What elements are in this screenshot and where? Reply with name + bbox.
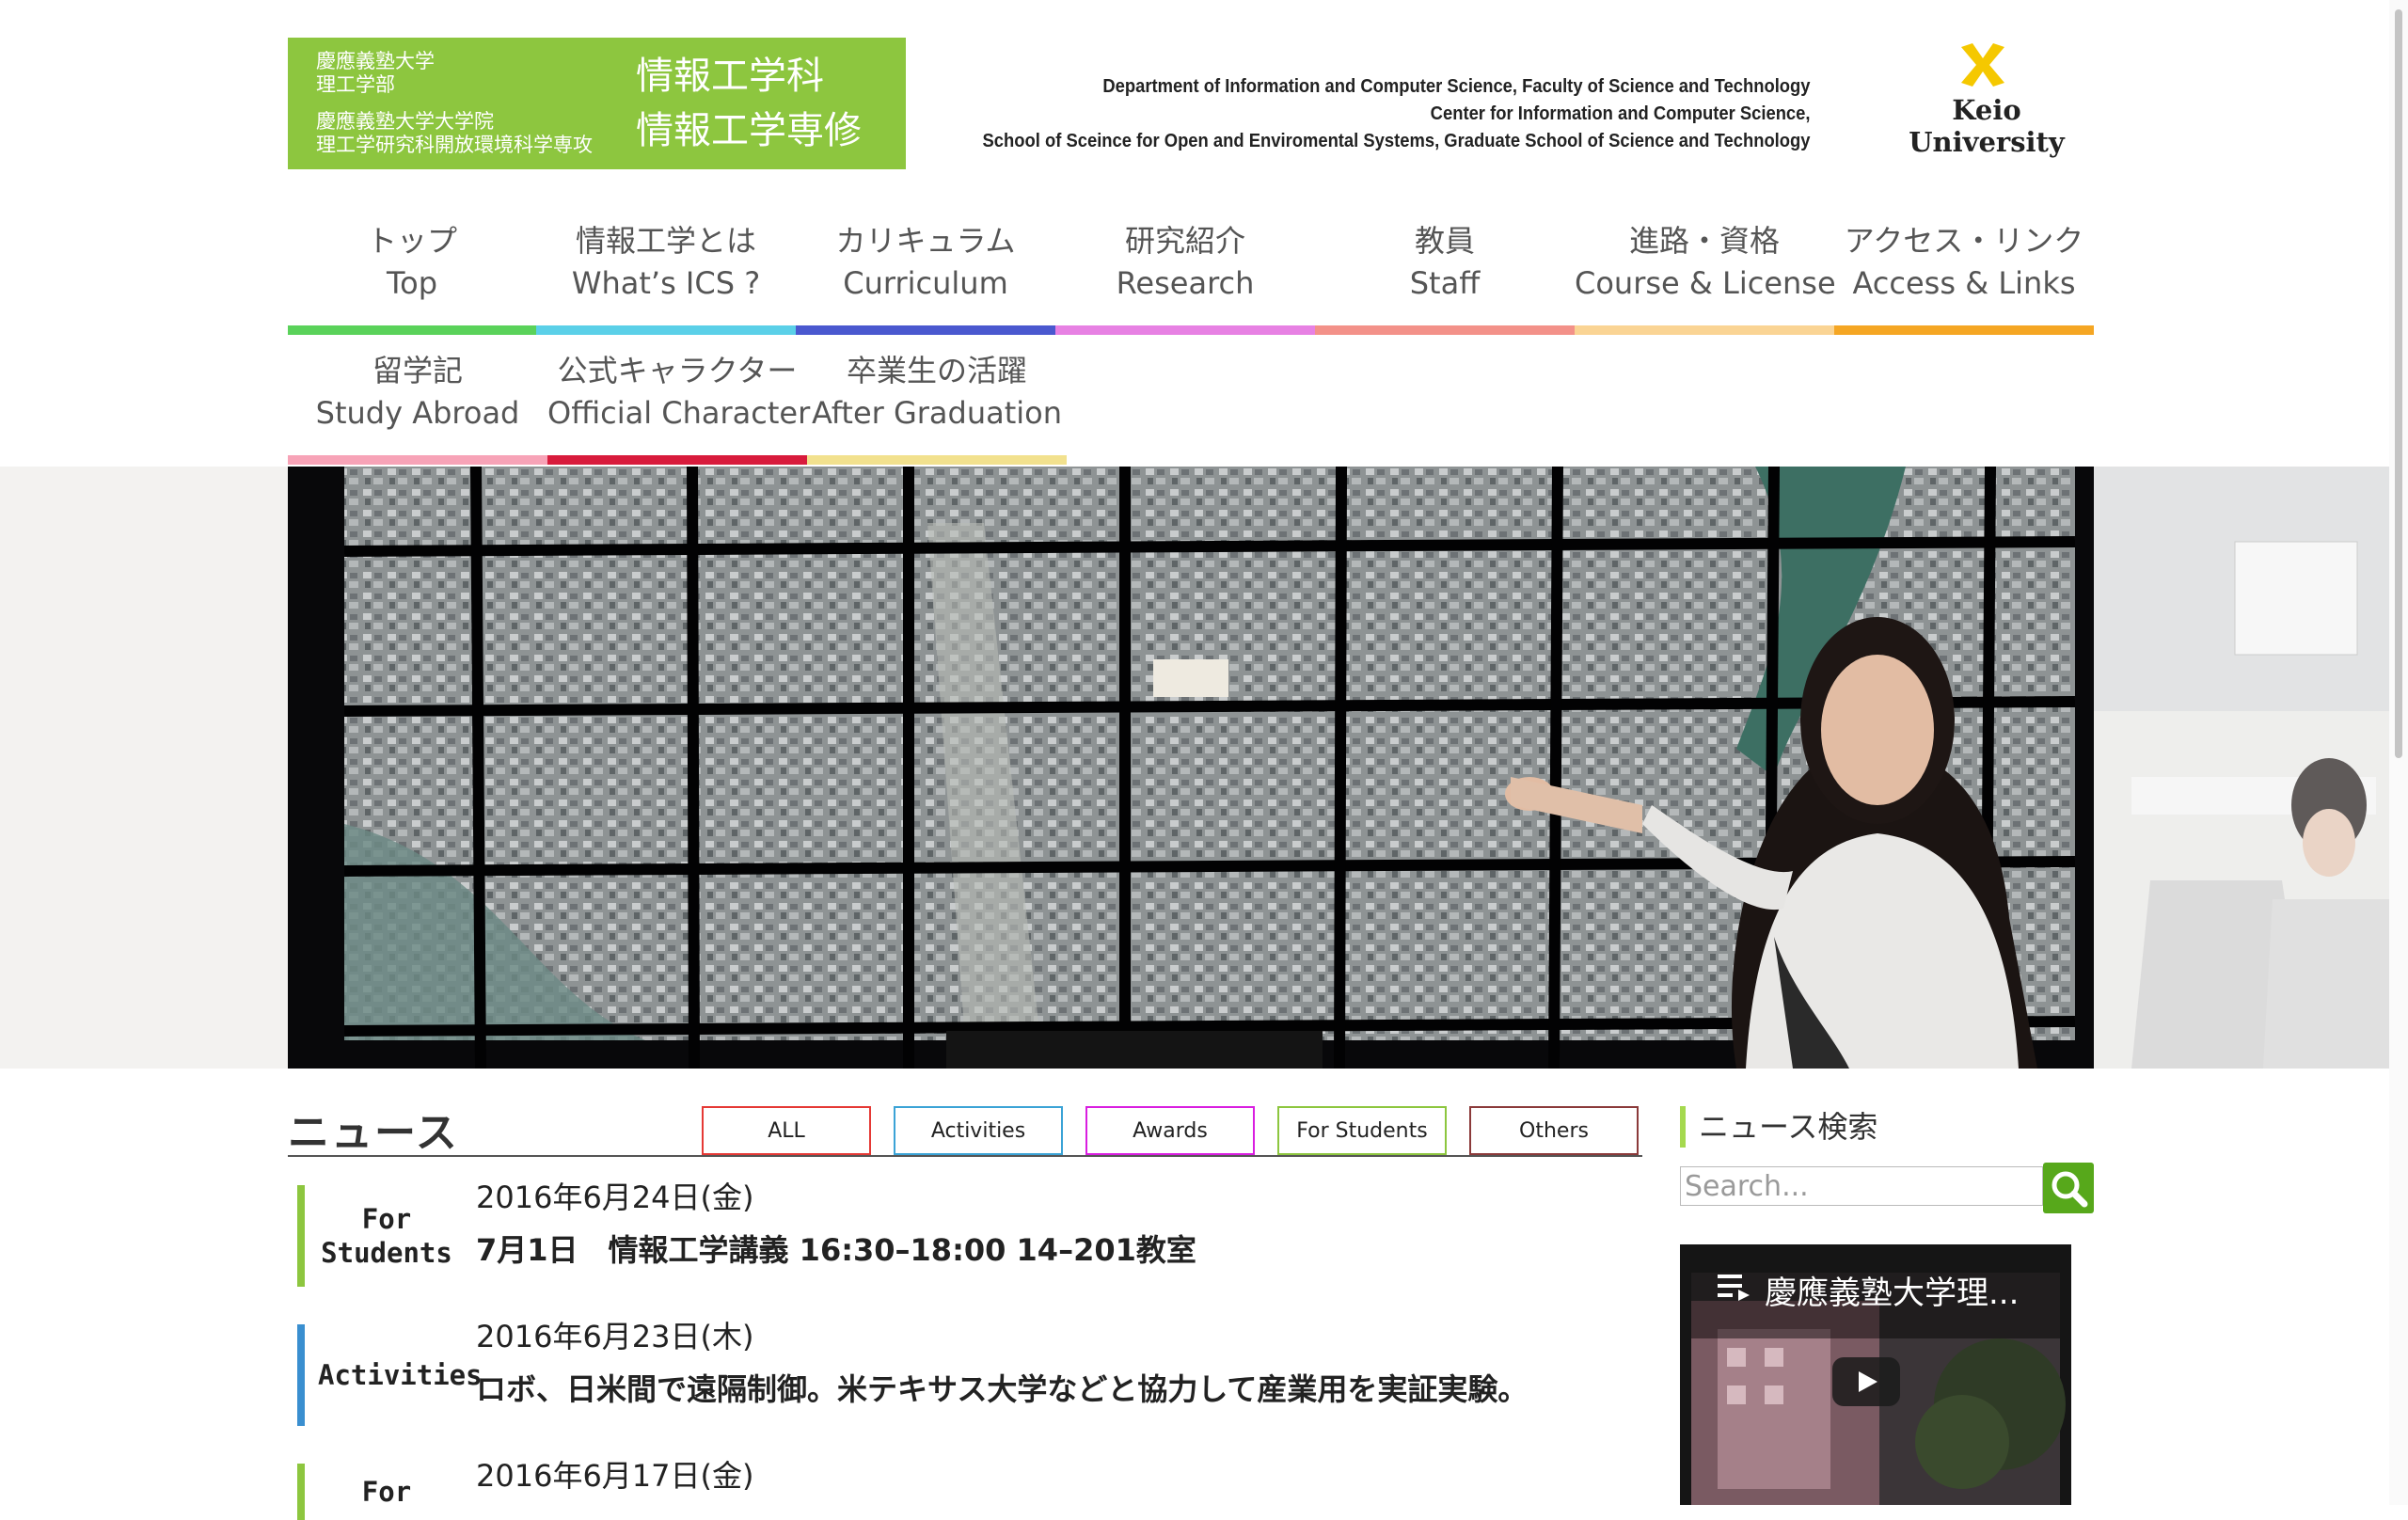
department-logo[interactable]: 慶應義塾大学 理工学部 慶應義塾大学大学院 理工学研究科開放環境科学専攻 情報工… — [288, 38, 906, 169]
news-category-line: For — [361, 1203, 412, 1235]
filter-button-awards[interactable]: Awards — [1085, 1106, 1255, 1155]
logo-left-text: 慶應義塾大学 理工学部 慶應義塾大学大学院 理工学研究科開放環境科学専攻 — [316, 46, 636, 161]
news-date: 2016年6月17日(金) — [476, 1458, 754, 1494]
nav-item-label-en: What’s ICS ? — [571, 265, 761, 301]
nav-item-label-en: Top — [387, 265, 437, 301]
logo-title: 情報工学科 — [636, 55, 824, 98]
department-name: Department of Information and Computer S… — [983, 73, 1811, 155]
nav-item-official-character[interactable]: 公式キャラクター Official Character — [547, 333, 811, 465]
news-heading-divider — [288, 1155, 1642, 1157]
news-search-input[interactable] — [1680, 1166, 2043, 1206]
nav-item-label-ja: 研究紹介 — [1124, 223, 1245, 259]
magnifier-icon — [2052, 1171, 2088, 1208]
nav-item-label-ja: 留学記 — [372, 353, 463, 388]
logo-line: 慶應義塾大学 — [316, 50, 435, 72]
nav-item-staff[interactable]: 教員 Staff — [1315, 203, 1575, 335]
nav-item-study-abroad[interactable]: 留学記 Study Abroad — [288, 333, 547, 465]
department-line: Department of Information and Computer S… — [1102, 76, 1811, 97]
nav-item-label-en: Official Character — [547, 395, 811, 431]
nav-item-label-en: Research — [1116, 265, 1255, 301]
nav-item-label-en: Curriculum — [843, 265, 1008, 301]
news-heading: ニュース — [288, 1109, 459, 1157]
youtube-video-embed[interactable]: 慶應義塾大学理... — [1680, 1244, 2071, 1505]
news-headline-link[interactable]: ロボ、日米間で遠隔制御。米テキサス大学などと協力して産業用を実証実験。 — [476, 1366, 1528, 1409]
video-title[interactable]: 慶應義塾大学理... — [1765, 1267, 2019, 1313]
nav-item-label-en: Access & Links — [1852, 265, 2076, 301]
news-category-label: For — [297, 1464, 455, 1520]
news-search-heading: ニュース検索 — [1680, 1106, 1877, 1148]
logo-title: 情報工学専修 — [636, 109, 862, 152]
hero-next-slide-image — [2094, 467, 2408, 1069]
logo-right-text: 情報工学科 情報工学専修 — [636, 49, 862, 158]
news-category-label: Activities — [297, 1324, 483, 1426]
news-category-label: For Students — [297, 1185, 455, 1287]
play-button-icon[interactable] — [1832, 1357, 1900, 1406]
nav-item-curriculum[interactable]: カリキュラム Curriculum — [796, 203, 1055, 335]
nav-item-research[interactable]: 研究紹介 Research — [1055, 203, 1315, 335]
nav-item-label-ja: 公式キャラクター — [557, 353, 798, 388]
keio-university-logo[interactable]: Keio University — [1874, 94, 2099, 158]
news-category-line: Students — [321, 1237, 452, 1269]
nav-item-label-en: Course & License — [1575, 265, 1836, 301]
nav-item-after-graduation[interactable]: 卒業生の活躍 After Graduation — [807, 333, 1067, 465]
logo-line: 理工学研究科開放環境科学専攻 — [316, 134, 593, 156]
nav-item-label-ja: 卒業生の活躍 — [846, 353, 1027, 388]
news-headline-link[interactable]: 7月1日 情報工学講義 16:30–18:00 14–201教室 — [476, 1227, 1196, 1270]
keio-pen-mark-icon[interactable] — [1959, 41, 2006, 88]
nav-item-label-ja: 進路・資格 — [1628, 223, 1780, 259]
news-date: 2016年6月23日(木) — [476, 1319, 754, 1354]
nav-item-label-ja: 情報工学とは — [575, 223, 756, 259]
filter-button-activities[interactable]: Activities — [894, 1106, 1063, 1155]
page-scrollbar-thumb[interactable] — [2395, 9, 2402, 758]
nav-item-top[interactable]: トップ Top — [288, 203, 536, 335]
nav-item-label-en: Study Abroad — [315, 395, 520, 431]
hero-image-display-wall — [288, 467, 2094, 1069]
nav-item-label-ja: 教員 — [1414, 223, 1475, 259]
nav-item-what-s-ics[interactable]: 情報工学とは What’s ICS ? — [536, 203, 796, 335]
nav-item-label-ja: カリキュラム — [835, 223, 1016, 259]
news-category-line: For — [361, 1476, 412, 1508]
department-line: School of Sceince for Open and Enviromen… — [983, 131, 1811, 151]
logo-line: 理工学部 — [316, 73, 395, 96]
filter-button-all[interactable]: ALL — [702, 1106, 871, 1155]
filter-button-for-students[interactable]: For Students — [1277, 1106, 1447, 1155]
playlist-icon[interactable] — [1718, 1273, 1751, 1301]
nav-item-label-ja: アクセス・リンク — [1844, 223, 2084, 259]
logo-line: 慶應義塾大学大学院 — [316, 110, 494, 133]
nav-item-label-en: Staff — [1409, 265, 1481, 301]
nav-item-label-ja: トップ — [366, 223, 457, 259]
nav-item-label-en: After Graduation — [811, 395, 1063, 431]
news-category-line: Activities — [318, 1359, 483, 1391]
news-date: 2016年6月24日(金) — [476, 1180, 754, 1215]
search-button[interactable] — [2043, 1163, 2094, 1213]
filter-button-others[interactable]: Others — [1469, 1106, 1639, 1155]
nav-item-access-links[interactable]: アクセス・リンク Access & Links — [1834, 203, 2094, 335]
department-line: Center for Information and Computer Scie… — [1431, 103, 1811, 124]
nav-item-course-license[interactable]: 進路・資格 Course & License — [1575, 203, 1836, 335]
